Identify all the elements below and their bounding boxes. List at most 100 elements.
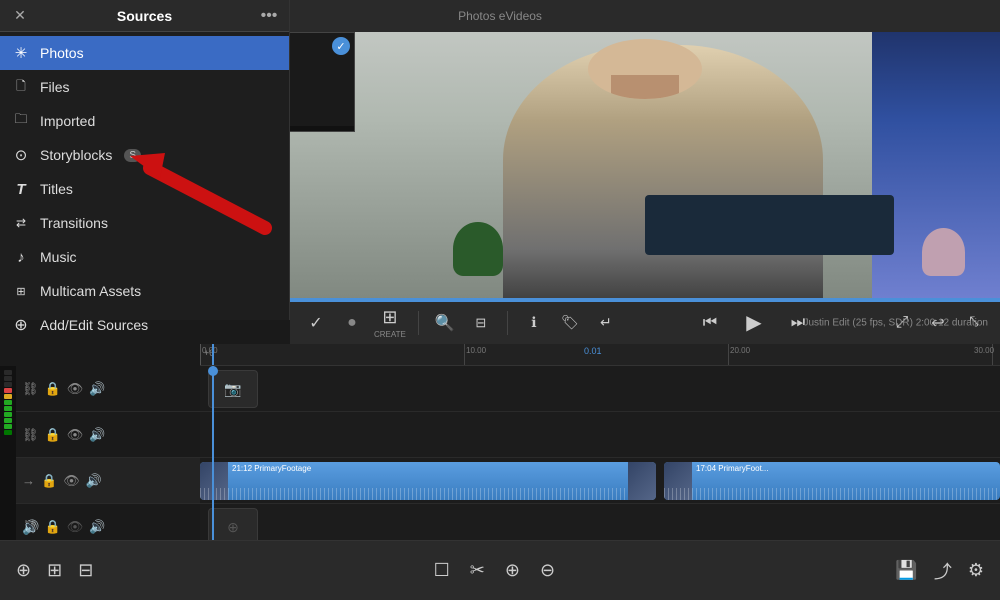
export-button[interactable]: ⤴ <box>934 558 952 584</box>
clip-thumb-end-1 <box>628 462 656 500</box>
info-button[interactable]: ℹ <box>520 309 548 337</box>
add-edit-icon: ⊕ <box>12 316 30 334</box>
track-content-area: 📷 21:12 PrimaryFootage 17:04 PrimaryFoot… <box>200 366 1000 540</box>
track-content-row-2 <box>200 412 1000 458</box>
sources-panel: ✕ Sources ••• ✳ Photos 🗋 Files 🗀 Importe… <box>0 0 290 320</box>
primary-clip-1[interactable]: 21:12 PrimaryFootage <box>200 462 656 500</box>
track-row-2: ⛓ 🔒 👁 🔊 <box>16 412 200 458</box>
add-track-button[interactable]: ⊕ <box>16 560 31 581</box>
vol-yellow <box>4 394 12 399</box>
imported-label: Imported <box>40 113 95 129</box>
check-button[interactable]: ✓ <box>302 309 330 337</box>
create-button[interactable]: ⊞ CREATE <box>374 307 406 339</box>
save-button[interactable]: 💾 <box>895 560 917 581</box>
insert-button[interactable]: ↵ <box>592 309 620 337</box>
sidebar-item-files[interactable]: 🗋 Files <box>0 70 289 104</box>
master-volume-icon[interactable]: 🔊 <box>22 519 39 536</box>
sidebar-item-music[interactable]: ♪ Music <box>0 240 289 274</box>
track-lock-icon-2[interactable]: 🔒 <box>45 427 61 443</box>
sidebar-item-add-edit[interactable]: ⊕ Add/Edit Sources <box>0 308 289 342</box>
create-label: CREATE <box>374 330 406 339</box>
clip-2-label: 17:04 PrimaryFoot... <box>696 464 768 473</box>
vol-green-1 <box>4 400 12 405</box>
track-link-icon-2[interactable]: ⛓ <box>22 427 39 443</box>
sources-list: ✳ Photos 🗋 Files 🗀 Imported ⊙ Storyblock… <box>0 32 289 346</box>
tick-30: 30.00 <box>992 344 993 365</box>
track-lock-icon-4: 🔒 <box>45 519 61 535</box>
app-title: Photos eVideos <box>458 9 542 23</box>
divider <box>418 311 419 335</box>
vol-green-2 <box>4 406 12 411</box>
checkbox-button[interactable]: ☐ <box>434 560 450 581</box>
placeholder-clip-1[interactable]: 📷 <box>208 370 258 408</box>
add-edit-label: Add/Edit Sources <box>40 317 148 333</box>
playhead-content <box>212 366 214 540</box>
track-eye-icon-4: 👁 <box>67 519 84 535</box>
filter-button[interactable]: ⊟ <box>467 309 495 337</box>
vol-green-4 <box>4 418 12 423</box>
multicam-icon: ⊞ <box>12 282 30 300</box>
video-scrubber[interactable] <box>290 298 1000 302</box>
more-options-icon[interactable]: ••• <box>259 6 279 26</box>
files-label: Files <box>40 79 70 95</box>
list-view-button[interactable]: ⊟ <box>78 560 93 581</box>
timeline-position: 0.01 <box>584 346 602 356</box>
track-arrow-icon-3[interactable]: → <box>22 473 35 488</box>
track-eye-icon-2[interactable]: 👁 <box>67 427 84 443</box>
volume-level-bar <box>0 366 16 540</box>
tick-label-10: 10.00 <box>466 346 486 355</box>
titles-icon: T <box>12 180 30 198</box>
video-person-neck <box>611 75 679 99</box>
sidebar-item-transitions[interactable]: ⇄ Transitions <box>0 206 289 240</box>
track-audio-icon-2[interactable]: 🔊 <box>89 427 105 443</box>
imported-icon: 🗀 <box>12 112 30 130</box>
sidebar-item-titles[interactable]: T Titles <box>0 172 289 206</box>
track-eye-icon-3[interactable]: 👁 <box>63 473 80 489</box>
sidebar-item-imported[interactable]: 🗀 Imported <box>0 104 289 138</box>
tag-button[interactable]: 🏷 <box>556 309 584 337</box>
skip-back-button[interactable]: ⏮ <box>696 309 724 337</box>
sidebar-item-storyblocks[interactable]: ⊙ Storyblocks S <box>0 138 289 172</box>
track-audio-icon-1[interactable]: 🔊 <box>89 381 105 397</box>
list-icon: ⊟ <box>78 560 93 581</box>
search-button[interactable]: 🔍 <box>431 309 459 337</box>
vol-green-active <box>4 430 12 435</box>
playhead-ruler <box>212 344 214 365</box>
files-icon: 🗋 <box>12 78 30 96</box>
time-ruler: +0 0.01 0.00 10.00 20.00 30.00 <box>200 344 1000 366</box>
track-link-icon-1[interactable]: ⛓ <box>22 381 39 397</box>
sidebar-item-photos[interactable]: ✳ Photos <box>0 36 289 70</box>
bottom-center-controls: ☐ ✂ ⊕ ⊖ <box>434 560 555 581</box>
music-label: Music <box>40 249 77 265</box>
cut-button[interactable]: ✂ <box>470 560 485 581</box>
track-audio-icon-4[interactable]: 🔊 <box>89 519 105 535</box>
track-lock-icon-3[interactable]: 🔒 <box>41 473 57 489</box>
photos-icon: ✳ <box>12 44 30 62</box>
settings-button[interactable]: ⚙ <box>968 560 984 581</box>
close-icon[interactable]: ✕ <box>10 6 30 26</box>
track-lock-icon-1[interactable]: 🔒 <box>45 381 61 397</box>
multicam-label: Multicam Assets <box>40 283 141 299</box>
playback-center-controls: ⏮ ▶ ⏭ <box>696 309 812 337</box>
sidebar-item-multicam[interactable]: ⊞ Multicam Assets <box>0 274 289 308</box>
track-eye-icon-1[interactable]: 👁 <box>67 381 84 397</box>
primary-clip-2[interactable]: 17:04 PrimaryFoot... <box>664 462 1000 500</box>
music-icon: ♪ <box>12 248 30 266</box>
playback-controls-bar: ✓ ● ⊞ CREATE 🔍 ⊟ ℹ 🏷 ↵ ⏮ ▶ ⏭ ⤢ ↩ ⤣ Justi… <box>290 300 1000 344</box>
transitions-label: Transitions <box>40 215 108 231</box>
grid-view-button[interactable]: ⊞ <box>47 560 62 581</box>
tick-label-0: 0.00 <box>202 346 218 355</box>
vol-red <box>4 388 12 393</box>
track-controls: ⛓ 🔒 👁 🔊 ⛓ 🔒 👁 🔊 → 🔒 👁 🔊 ⛓ 🔒 👁 🔊 🔊 <box>16 366 200 540</box>
add-button[interactable]: ⊕ <box>505 560 520 581</box>
tick-20: 20.00 <box>728 344 729 365</box>
play-button[interactable]: ▶ <box>740 309 768 337</box>
record-button[interactable]: ● <box>338 309 366 337</box>
tick-label-20: 20.00 <box>730 346 750 355</box>
checkmark-badge: ✓ <box>332 37 350 55</box>
track-audio-icon-3[interactable]: 🔊 <box>86 473 102 489</box>
tick-0: 0.00 <box>200 344 201 365</box>
remove-button[interactable]: ⊖ <box>540 560 555 581</box>
track-row-3: → 🔒 👁 🔊 <box>16 458 200 504</box>
video-preview <box>290 0 1000 300</box>
